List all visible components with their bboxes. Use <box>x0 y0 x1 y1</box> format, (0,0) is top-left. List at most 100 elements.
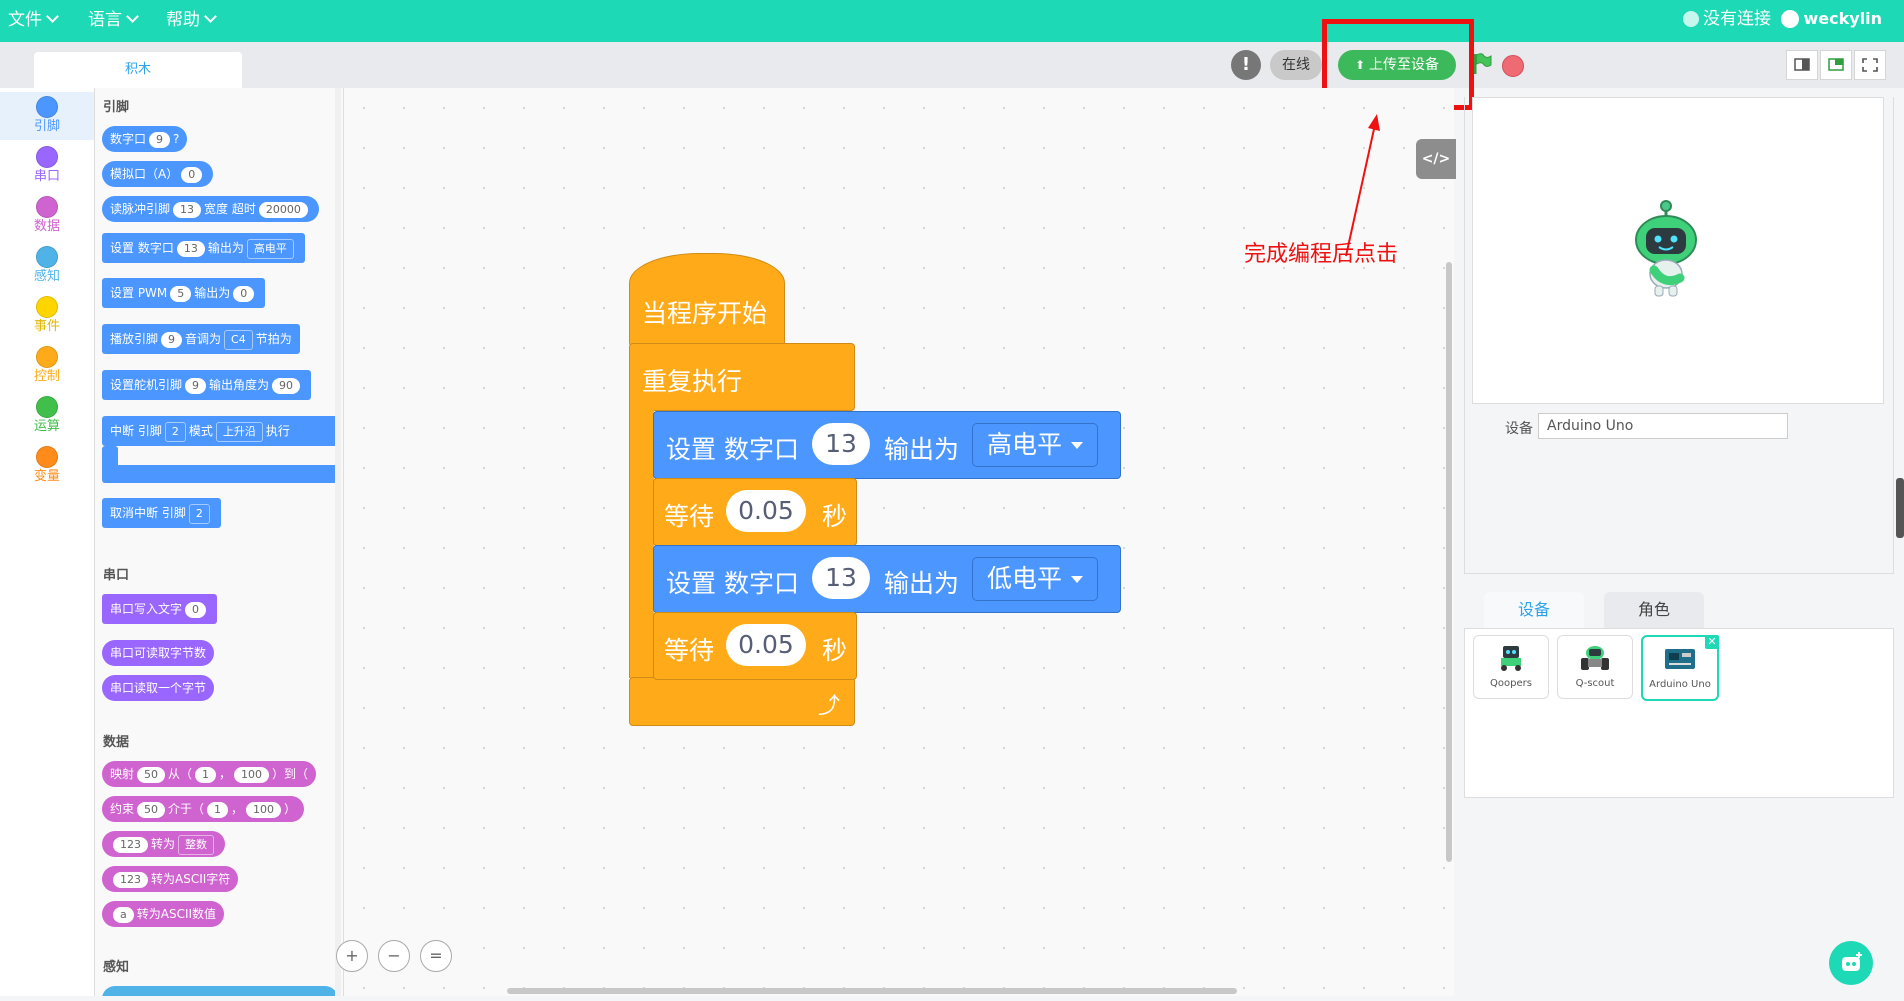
workspace-vertical-scrollbar[interactable] <box>1446 262 1452 862</box>
wait-seconds-input[interactable]: 0.05 <box>726 490 806 532</box>
block-dropdown[interactable]: C4 <box>224 330 253 350</box>
category-data[interactable]: 数据 <box>0 192 94 240</box>
block-dropdown[interactable]: 2 <box>164 422 186 442</box>
block-input[interactable]: 100 <box>234 767 270 783</box>
block-text: 设置 PWM <box>110 286 168 300</box>
remove-device-icon[interactable]: ✕ <box>1705 635 1719 649</box>
to-ascii-char-block[interactable]: 123 转为ASCII字符 <box>102 866 239 892</box>
device-field[interactable]: Arduino Uno <box>1538 413 1788 439</box>
fullscreen-button[interactable] <box>1854 50 1886 80</box>
block-input[interactable]: 123 <box>113 872 148 888</box>
add-device-button[interactable] <box>1829 941 1873 985</box>
language-menu[interactable]: 语言 <box>88 0 139 42</box>
block-input[interactable]: 13 <box>173 202 202 218</box>
green-flag-icon[interactable] <box>1472 53 1492 75</box>
set-pwm-block[interactable]: 设置 PWM 5 输出为 0 <box>102 278 266 308</box>
large-stage-button[interactable] <box>1820 50 1852 80</box>
block-dropdown[interactable]: 上升沿 <box>215 422 263 442</box>
serial-read-block[interactable]: 串口读取一个字节 <box>102 675 215 701</box>
category-pins[interactable]: 引脚 <box>0 92 94 140</box>
warning-button[interactable]: ! <box>1231 50 1261 80</box>
block-input[interactable]: 50 <box>137 802 166 818</box>
block-input[interactable]: 13 <box>176 241 205 257</box>
user-account[interactable]: weckylin <box>1781 0 1882 38</box>
device-card-q-scout[interactable]: Q-scout <box>1557 635 1633 699</box>
block-dropdown[interactable]: 整数 <box>178 835 215 855</box>
zoom-in-button[interactable]: + <box>336 940 368 972</box>
block-input[interactable]: 0 <box>181 167 203 183</box>
online-mode-button[interactable]: 在线 <box>1270 50 1322 80</box>
block-dropdown[interactable]: 高电平 <box>246 239 294 259</box>
block-input[interactable]: 9 <box>161 332 183 348</box>
help-menu[interactable]: 帮助 <box>166 0 217 42</box>
block-input[interactable]: 1 <box>207 802 229 818</box>
file-menu[interactable]: 文件 <box>8 0 59 42</box>
annotation-text: 完成编程后点击 <box>1244 242 1399 267</box>
category-control[interactable]: 控制 <box>0 342 94 390</box>
wait-block[interactable]: 等待 0.05 秒 <box>653 612 857 680</box>
block-input[interactable]: 0 <box>233 286 255 302</box>
block-input[interactable]: 9 <box>149 132 171 148</box>
category-variables[interactable]: 变量 <box>0 442 94 490</box>
block-text: 转为ASCII字符 <box>151 872 231 886</box>
tab-sprites[interactable]: 角色 <box>1604 592 1704 628</box>
block-input[interactable]: 90 <box>272 378 301 394</box>
cancel-interrupt-block[interactable]: 取消中断 引脚 2 <box>102 498 221 528</box>
block-input[interactable]: 5 <box>170 286 192 302</box>
set-digital-high-block[interactable]: 设置 数字口 13 输出为 高电平 <box>653 411 1121 479</box>
servo-block[interactable]: 设置舵机引脚 9 输出角度为 90 <box>102 370 312 400</box>
category-label: 运算 <box>33 419 60 434</box>
pin-input[interactable]: 13 <box>812 423 870 465</box>
block-text: ， <box>219 767 232 781</box>
interrupt-block[interactable]: 中断 引脚 2 模式 上升沿 执行 <box>102 416 338 446</box>
category-operators[interactable]: 运算 <box>0 392 94 440</box>
category-sensing[interactable]: 感知 <box>0 242 94 290</box>
pulse-in-block[interactable]: 读脉冲引脚 13 宽度 超时 20000 <box>102 196 319 222</box>
block-text: 输出为 <box>207 241 244 255</box>
category-serial[interactable]: 串口 <box>0 142 94 190</box>
level-dropdown[interactable]: 高电平 <box>972 423 1098 467</box>
block-input[interactable]: 20000 <box>258 202 308 218</box>
tab-devices[interactable]: 设备 <box>1484 592 1584 628</box>
block-input[interactable]: 50 <box>137 767 166 783</box>
serial-available-block[interactable]: 串口可读取字节数 <box>102 640 215 666</box>
set-digital-block[interactable]: 设置 数字口 13 输出为 高电平 <box>102 233 305 263</box>
category-events[interactable]: 事件 <box>0 292 94 340</box>
device-card-qoopers[interactable]: Qoopers <box>1473 635 1549 699</box>
workspace-horizontal-scrollbar[interactable] <box>507 988 1237 994</box>
set-digital-low-block[interactable]: 设置 数字口 13 输出为 低电平 <box>653 545 1121 613</box>
block-dropdown[interactable]: 2 <box>188 504 210 524</box>
small-stage-button[interactable] <box>1786 50 1818 80</box>
when-program-starts-block[interactable]: 当程序开始 <box>629 253 785 347</box>
serial-write-block[interactable]: 串口写入文字 0 <box>102 594 218 624</box>
code-view-toggle[interactable]: </> <box>1416 139 1456 179</box>
side-handle[interactable] <box>1896 478 1904 538</box>
block-input[interactable]: 9 <box>185 378 207 394</box>
tab-blocks[interactable]: 积木 <box>34 52 242 88</box>
block-input[interactable]: 123 <box>113 837 148 853</box>
digital-pin-block[interactable]: 数字口 9? <box>102 126 188 152</box>
zoom-reset-button[interactable]: = <box>420 940 452 972</box>
zoom-out-button[interactable]: − <box>378 940 410 972</box>
block-input[interactable]: 100 <box>246 802 282 818</box>
wait-seconds-input[interactable]: 0.05 <box>726 624 806 666</box>
map-block[interactable]: 映射 50 从（ 1， 100 ）到（ <box>102 761 317 787</box>
block-input[interactable]: 0 <box>185 602 207 618</box>
level-dropdown[interactable]: 低电平 <box>972 557 1098 601</box>
connection-status[interactable]: 没有连接 <box>1683 0 1771 38</box>
code-workspace[interactable] <box>344 88 1454 996</box>
stop-button[interactable] <box>1502 55 1524 77</box>
device-card-arduino-uno[interactable]: Arduino Uno ✕ <box>1641 635 1719 701</box>
analog-pin-block[interactable]: 模拟口（A） 0 <box>102 161 214 187</box>
forever-block[interactable]: 重复执行 <box>629 343 855 411</box>
play-tone-block[interactable]: 播放引脚 9 音调为 C4 节拍为 <box>102 324 300 354</box>
block-input[interactable]: 1 <box>195 767 217 783</box>
sensing-block[interactable] <box>102 986 338 996</box>
block-input[interactable]: a <box>113 907 134 923</box>
palette-scrollbar[interactable] <box>335 88 341 996</box>
constrain-block[interactable]: 约束 50 介于（ 1， 100） <box>102 796 305 822</box>
pin-input[interactable]: 13 <box>812 557 870 599</box>
wait-block[interactable]: 等待 0.05 秒 <box>653 478 857 546</box>
to-ascii-number-block[interactable]: a 转为ASCII数值 <box>102 901 225 927</box>
convert-block[interactable]: 123 转为 整数 <box>102 831 226 857</box>
